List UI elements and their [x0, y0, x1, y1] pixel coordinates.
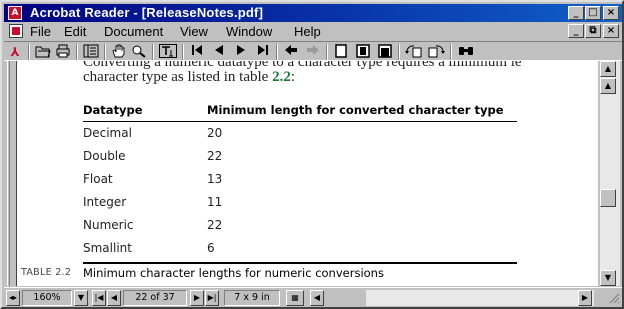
paragraph-text: character type as listed in table [83, 69, 273, 85]
toolbar-separator [450, 44, 452, 60]
status-previous-page-button[interactable]: ◀ [107, 290, 121, 306]
table-cell-datatype: Integer [83, 195, 127, 209]
document-pane: Converting a numeric datatype to a chara… [4, 61, 622, 286]
table-caption-label: TABLE 2.2 [21, 267, 72, 278]
menu-view[interactable]: View [180, 24, 208, 39]
navigation-pane-toggle-icon[interactable]: ◂▸ [6, 290, 20, 306]
rotate-right-icon[interactable] [426, 44, 446, 60]
print-icon[interactable] [54, 44, 72, 60]
table-cell-length: 20 [207, 126, 223, 140]
toolbar-separator [182, 44, 184, 60]
go-back-icon[interactable] [282, 44, 300, 60]
table-cell-datatype: Double [83, 149, 126, 163]
vertical-scrollbar[interactable]: ▲ ▲ ▼ [600, 61, 620, 286]
scroll-up-button[interactable]: ▲ [600, 61, 616, 77]
rotate-left-icon[interactable] [404, 44, 424, 60]
next-page-icon[interactable] [232, 44, 250, 60]
splitter-handle[interactable] [7, 61, 10, 286]
fit-in-window-icon[interactable] [354, 44, 372, 60]
document-control-icon[interactable] [9, 24, 23, 38]
toolbar-separator [398, 44, 400, 60]
hand-tool-icon[interactable] [110, 44, 128, 60]
toolbar-separator [152, 44, 154, 60]
toolbar-separator [76, 44, 78, 60]
find-icon[interactable] [456, 44, 476, 60]
window-title: Acrobat Reader - [ReleaseNotes.pdf] [30, 5, 264, 20]
status-first-page-button[interactable]: |◀ [92, 290, 106, 306]
table-header-datatype: Datatype [83, 103, 143, 117]
close-button[interactable]: × [603, 6, 619, 20]
vertical-scroll-thumb[interactable] [600, 189, 616, 207]
acrobat-app-icon[interactable]: A [8, 6, 22, 20]
page-number-field[interactable]: 22 of 37 [123, 290, 187, 306]
document-restore-button[interactable]: ⧉ [585, 24, 601, 38]
toolbar-separator [276, 44, 278, 60]
table-cell-datatype: Smallint [83, 241, 132, 255]
table-cell-length: 11 [207, 195, 223, 209]
paragraph-line-2: character type as listed in table 2.2: [83, 70, 522, 85]
table-cell-length: 13 [207, 172, 223, 186]
menu-edit[interactable]: Edit [64, 24, 86, 39]
go-forward-icon[interactable] [304, 44, 322, 60]
table-reference-link[interactable]: 2.2 [272, 69, 291, 85]
page-size-field: 7 x 9 in [224, 290, 280, 306]
scroll-left-button[interactable]: ◀ [310, 290, 324, 306]
toolbar: ⅄ [4, 41, 622, 61]
menu-window[interactable]: Window [226, 24, 272, 39]
status-bar: ◂▸ 160% ▼ |◀ ◀ 22 of 37 ▶ ▶| 7 x 9 in ▦ … [4, 287, 622, 307]
resize-grip-icon[interactable] [608, 292, 620, 304]
zoom-tool-icon[interactable] [130, 44, 148, 60]
acrobat-icon[interactable]: ⅄ [8, 44, 22, 60]
menu-file[interactable]: File [30, 24, 51, 39]
scroll-down-button[interactable]: ▼ [600, 270, 616, 286]
paragraph-punctuation: : [290, 69, 296, 85]
page-layout-icon[interactable]: ▦ [286, 290, 304, 306]
acrobat-window: A Acrobat Reader - [ReleaseNotes.pdf] _ … [0, 0, 624, 309]
show-hide-navigation-icon[interactable] [82, 44, 100, 60]
minimize-button[interactable]: _ [568, 6, 584, 20]
navigation-pane-splitter[interactable] [4, 61, 16, 286]
pdf-page-view[interactable]: Converting a numeric datatype to a chara… [16, 61, 598, 286]
document-close-button[interactable]: × [603, 24, 619, 38]
table-cell-datatype: Numeric [83, 218, 134, 232]
toolbar-separator [104, 44, 106, 60]
table-cell-datatype: Float [83, 172, 113, 186]
actual-size-icon[interactable] [332, 44, 350, 60]
maximize-button[interactable]: □ [585, 6, 601, 20]
toolbar-separator [326, 44, 328, 60]
table-caption: Minimum character lengths for numeric co… [83, 266, 384, 280]
body-paragraph: Converting a numeric datatype to a chara… [83, 61, 522, 85]
zoom-level-field[interactable]: 160% [22, 290, 72, 306]
table-cell-length: 22 [207, 149, 223, 163]
document-minimize-button[interactable]: _ [568, 24, 584, 38]
table-top-rule [83, 121, 517, 122]
status-last-page-button[interactable]: ▶| [205, 290, 219, 306]
menu-help[interactable]: Help [294, 24, 321, 39]
horizontal-scrollbar[interactable] [366, 290, 594, 306]
previous-page-icon[interactable] [210, 44, 228, 60]
text-select-tool-icon[interactable] [158, 44, 178, 60]
menu-document[interactable]: Document [104, 24, 163, 39]
last-page-icon[interactable] [254, 44, 272, 60]
zoom-dropdown-button[interactable]: ▼ [74, 290, 88, 306]
scroll-page-up-button[interactable]: ▲ [600, 78, 616, 94]
scroll-right-button[interactable]: ▶ [578, 290, 592, 306]
first-page-icon[interactable] [188, 44, 206, 60]
status-next-page-button[interactable]: ▶ [190, 290, 204, 306]
open-icon[interactable] [34, 44, 52, 60]
table-header-minimum-length: Minimum length for converted character t… [207, 103, 504, 117]
menu-bar: File Edit Document View Window Help _ ⧉ … [4, 22, 622, 41]
toolbar-separator [28, 44, 30, 60]
table-cell-length: 6 [207, 241, 215, 255]
table-bottom-rule [83, 262, 517, 264]
fit-width-icon[interactable] [376, 44, 394, 60]
title-bar: A Acrobat Reader - [ReleaseNotes.pdf] _ … [4, 4, 622, 22]
table-cell-length: 22 [207, 218, 223, 232]
table-cell-datatype: Decimal [83, 126, 132, 140]
